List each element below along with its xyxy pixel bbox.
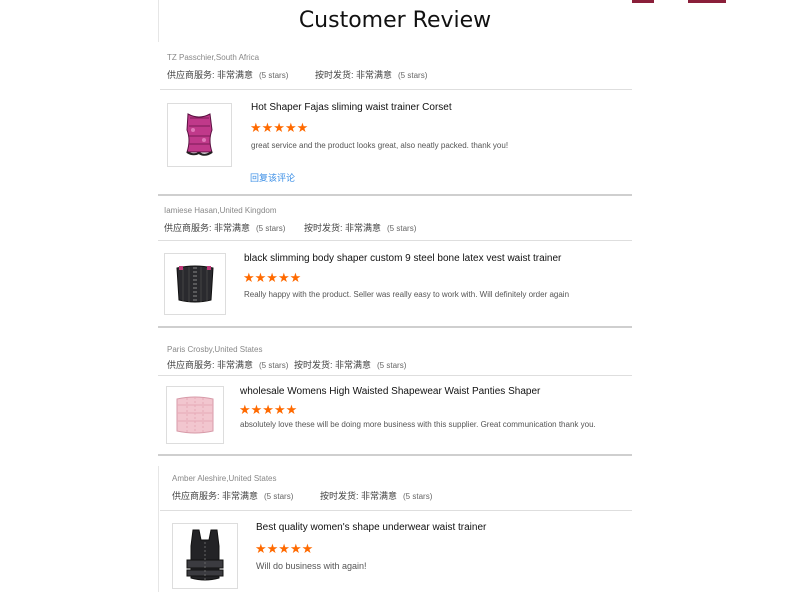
review-comment: Really happy with the product. Seller wa… [244,290,570,299]
supplier-service-rating: 供应商服务: 非常满意 (5 stars) [172,491,294,501]
product-thumbnail[interactable] [167,103,232,167]
reply-link[interactable]: 回复该评论 [250,171,295,184]
product-title[interactable]: Best quality women's shape underwear wai… [256,522,486,533]
product-thumbnail[interactable] [172,523,238,589]
product-title[interactable]: Hot Shaper Fajas sliming waist trainer C… [251,102,452,113]
reviewer-name: Paris Crosby,United States [167,345,263,354]
delivery-rating: 按时发货: 非常满意 (5 stars) [315,70,428,80]
rating-stars: ★★★★★ [243,270,302,285]
product-title[interactable]: black slimming body shaper custom 9 stee… [244,253,561,264]
review-comment: absolutely love these will be doing more… [240,420,596,429]
reviewer-name: Amber Aleshire,United States [172,474,277,483]
review-comment: great service and the product looks grea… [251,141,509,150]
black-vest-trainer-icon [186,529,224,581]
divider [158,466,159,592]
divider [158,194,632,196]
review-comment: Will do business with again! [256,561,367,571]
supplier-service-rating: 供应商服务: 非常满意 (5 stars) [167,360,289,370]
product-thumbnail[interactable] [164,253,226,315]
rating-stars: ★★★★★ [250,120,309,135]
delivery-rating: 按时发货: 非常满意 (5 stars) [320,491,433,501]
product-thumbnail[interactable] [166,386,224,444]
page-title: Customer Review [298,8,492,33]
divider [158,454,632,456]
divider [158,375,632,376]
reviewer-name: TZ Passchier,South Africa [167,53,260,62]
supplier-service-rating: 供应商服务: 非常满意 (5 stars) [167,70,289,80]
pink-shaper-icon [176,396,214,434]
divider [160,89,632,90]
pink-corset-icon [186,113,213,156]
product-title[interactable]: wholesale Womens High Waisted Shapewear … [240,386,540,397]
black-waist-trainer-icon [176,265,214,303]
divider [158,240,632,241]
rating-stars: ★★★★★ [239,402,298,417]
corner-accent [688,0,726,3]
divider [158,326,632,328]
delivery-rating: 按时发货: 非常满意 (5 stars) [294,360,407,370]
supplier-service-rating: 供应商服务: 非常满意 (5 stars) [164,223,286,233]
rating-stars: ★★★★★ [255,541,314,556]
divider [158,0,159,42]
corner-accent [632,0,654,3]
delivery-rating: 按时发货: 非常满意 (5 stars) [304,223,417,233]
reviewer-name: Iamiese Hasan,United Kingdom [164,206,277,215]
divider [160,510,632,511]
